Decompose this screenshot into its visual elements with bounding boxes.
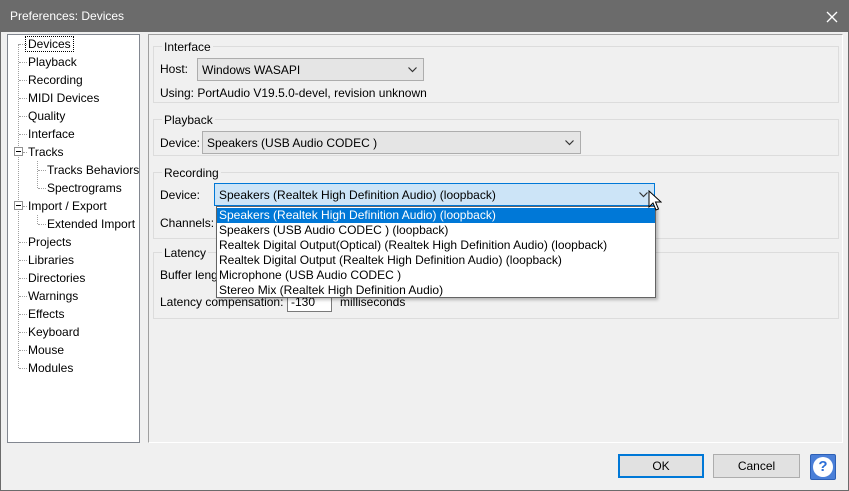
buffer-length-label: Buffer leng: [160, 268, 218, 282]
tree-item-label: Tracks: [28, 145, 64, 159]
tree-item-label: Tracks Behaviors: [47, 163, 140, 177]
tree-item-mouse[interactable]: Mouse: [26, 341, 66, 359]
mouse-cursor-icon: [648, 190, 662, 211]
playback-group-title: Playback: [162, 113, 215, 127]
tree-item-label: Warnings: [28, 289, 79, 303]
tree-item-label: Quality: [28, 109, 66, 123]
tree-item-label: MIDI Devices: [28, 91, 100, 105]
tree-item-libraries[interactable]: Libraries: [26, 251, 76, 269]
tree-item-interface[interactable]: Interface: [26, 125, 77, 143]
tree-item-modules[interactable]: Modules: [26, 359, 75, 377]
tree-item-label: Libraries: [28, 253, 75, 267]
tree-item-label: Extended Import: [47, 217, 136, 231]
tree-item-label: Recording: [28, 73, 83, 87]
tree-item-label: Directories: [28, 271, 86, 285]
tree-item-label: Modules: [28, 361, 74, 375]
host-select[interactable]: Windows WASAPI: [197, 58, 424, 81]
tree-item-directories[interactable]: Directories: [26, 269, 87, 287]
tree-item-label: Import / Export: [28, 199, 107, 213]
tree-item-label: Projects: [28, 235, 72, 249]
help-icon: ?: [813, 457, 833, 477]
host-label: Host:: [160, 62, 189, 76]
latency-group-title: Latency: [162, 246, 209, 260]
tree-connector: [37, 215, 38, 224]
chevron-down-icon: [565, 140, 574, 146]
collapse-icon[interactable]: [14, 147, 23, 156]
title-bar: Preferences: Devices: [1, 1, 848, 32]
host-select-value: Windows WASAPI: [202, 63, 301, 77]
chevron-down-icon: [408, 67, 417, 73]
tree-item-quality[interactable]: Quality: [26, 107, 67, 125]
tree-item-midi-devices[interactable]: MIDI Devices: [26, 89, 101, 107]
tree-item-tracks-behaviors[interactable]: Tracks Behaviors: [45, 161, 141, 179]
dropdown-option[interactable]: Speakers (Realtek High Definition Audio)…: [217, 208, 655, 223]
category-tree[interactable]: Devices Playback Recording MIDI Devices …: [7, 34, 140, 443]
recording-device-dropdown[interactable]: Speakers (Realtek High Definition Audio)…: [216, 206, 656, 298]
tree-item-label: Mouse: [28, 343, 65, 357]
tree-item-effects[interactable]: Effects: [26, 305, 66, 323]
tree-item-devices[interactable]: Devices: [25, 35, 74, 53]
preferences-window: Preferences: Devices Devices Playback Re…: [0, 0, 849, 491]
tree-item-extended-import[interactable]: Extended Import: [45, 215, 137, 233]
tree-item-warnings[interactable]: Warnings: [26, 287, 80, 305]
playback-group: Playback Device: Speakers (USB Audio COD…: [153, 113, 839, 156]
tree-item-spectrograms[interactable]: Spectrograms: [45, 179, 124, 197]
playback-device-value: Speakers (USB Audio CODEC ): [207, 136, 378, 150]
tree-item-tracks[interactable]: Tracks: [26, 143, 66, 161]
tree-item-label: Interface: [28, 127, 75, 141]
recording-device-label: Device:: [160, 188, 201, 202]
channels-label: Channels:: [160, 216, 215, 230]
using-text: Using: PortAudio V19.5.0-devel, revision…: [160, 86, 427, 100]
recording-device-value: Speakers (Realtek High Definition Audio)…: [219, 188, 496, 202]
tree-item-playback[interactable]: Playback: [26, 53, 79, 71]
tree-item-projects[interactable]: Projects: [26, 233, 73, 251]
tree-item-label: Effects: [28, 307, 65, 321]
collapse-icon[interactable]: [14, 201, 23, 210]
tree-item-import-export[interactable]: Import / Export: [26, 197, 109, 215]
tree-connector: [37, 161, 38, 188]
window-title: Preferences: Devices: [10, 9, 125, 23]
cancel-button[interactable]: Cancel: [713, 454, 800, 478]
dropdown-option[interactable]: Realtek Digital Output(Optical) (Realtek…: [217, 238, 655, 253]
close-icon[interactable]: [816, 1, 848, 32]
ok-button[interactable]: OK: [618, 454, 704, 478]
tree-item-recording[interactable]: Recording: [26, 71, 85, 89]
interface-group: Interface Host: Windows WASAPI Using: Po…: [153, 40, 839, 103]
playback-device-select[interactable]: Speakers (USB Audio CODEC ): [202, 131, 581, 154]
dropdown-option[interactable]: Speakers (USB Audio CODEC ) (loopback): [217, 223, 655, 238]
tree-item-label: Spectrograms: [47, 181, 122, 195]
playback-device-label: Device:: [160, 136, 201, 150]
recording-group-title: Recording: [162, 166, 221, 180]
interface-group-title: Interface: [162, 40, 213, 54]
dropdown-option[interactable]: Microphone (USB Audio CODEC ): [217, 268, 655, 283]
tree-item-keyboard[interactable]: Keyboard: [26, 323, 81, 341]
help-button[interactable]: ?: [810, 454, 836, 480]
tree-item-label: Playback: [28, 55, 77, 69]
tree-item-label: Keyboard: [28, 325, 80, 339]
chevron-down-icon: [639, 192, 648, 198]
recording-device-select[interactable]: Speakers (Realtek High Definition Audio)…: [214, 183, 655, 206]
dropdown-option[interactable]: Realtek Digital Output (Realtek High Def…: [217, 253, 655, 268]
dropdown-option[interactable]: Stereo Mix (Realtek High Definition Audi…: [217, 283, 655, 298]
tree-item-label: Devices: [25, 36, 74, 52]
